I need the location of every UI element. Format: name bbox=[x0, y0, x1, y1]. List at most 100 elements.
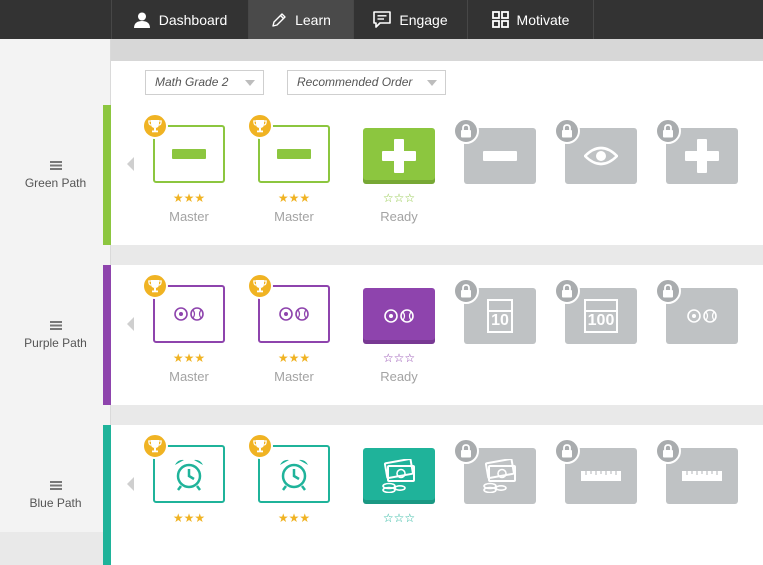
balls-icon bbox=[686, 308, 718, 324]
ten-block-icon: 10 bbox=[487, 299, 513, 333]
block-value: 100 bbox=[587, 312, 615, 329]
skill-master: ★★★ Master bbox=[142, 265, 229, 385]
skill-status-label: Ready bbox=[380, 369, 418, 384]
tab-dashboard-label: Dashboard bbox=[158, 11, 228, 28]
minus-icon bbox=[277, 147, 311, 161]
skill-master: ★★★ bbox=[247, 425, 334, 545]
menu-icon bbox=[49, 161, 62, 170]
skill-master: ★★★ Master bbox=[142, 105, 229, 225]
header-strip bbox=[111, 39, 763, 61]
block-value: 10 bbox=[491, 312, 509, 329]
skill-ready: ☆☆☆ bbox=[363, 425, 439, 545]
skill-status-label: Master bbox=[169, 209, 209, 224]
tab-learn[interactable]: Learn bbox=[248, 0, 353, 39]
tab-motivate[interactable]: Motivate bbox=[467, 0, 594, 39]
grade-select-value: Math Grade 2 bbox=[155, 75, 229, 89]
trophy-icon bbox=[142, 433, 168, 459]
chevron-left-icon[interactable] bbox=[127, 477, 134, 491]
skill-ready: ☆☆☆ Ready bbox=[363, 105, 439, 225]
path-sidebar: Green Path Purple Path Blue Path bbox=[0, 39, 111, 532]
lock-icon bbox=[655, 438, 681, 464]
chat-icon bbox=[373, 11, 392, 28]
sidebar-item-purple-path[interactable]: Purple Path bbox=[0, 321, 111, 350]
minus-icon bbox=[483, 149, 517, 163]
path-color-bar bbox=[103, 425, 111, 565]
sidebar-item-blue-path[interactable]: Blue Path bbox=[0, 481, 111, 510]
path-color-bar bbox=[103, 265, 111, 405]
sidebar-item-label: Green Path bbox=[24, 176, 87, 190]
lock-icon bbox=[655, 118, 681, 144]
balls-icon bbox=[173, 306, 205, 322]
money-icon bbox=[481, 459, 519, 493]
sidebar-item-label: Purple Path bbox=[24, 336, 87, 350]
skill-locked bbox=[554, 425, 641, 545]
plus-icon bbox=[382, 139, 416, 173]
tab-dashboard[interactable]: Dashboard bbox=[111, 0, 248, 39]
order-select-value: Recommended Order bbox=[297, 75, 413, 89]
star-rating: ★★★ bbox=[277, 511, 311, 525]
lock-icon bbox=[554, 278, 580, 304]
skill-status-label: Master bbox=[169, 369, 209, 384]
person-icon bbox=[133, 12, 150, 28]
order-select[interactable]: Recommended Order bbox=[287, 70, 446, 95]
skill-tile[interactable] bbox=[363, 288, 435, 344]
grade-select[interactable]: Math Grade 2 bbox=[145, 70, 264, 95]
star-rating: ☆☆☆ bbox=[382, 511, 416, 525]
menu-icon bbox=[49, 481, 62, 490]
tab-learn-label: Learn bbox=[295, 11, 331, 28]
main-content: Math Grade 2 Recommended Order ★★★ Master… bbox=[103, 39, 763, 565]
skill-locked: 10 bbox=[453, 265, 540, 385]
money-icon bbox=[380, 459, 418, 493]
star-rating: ☆☆☆ bbox=[382, 191, 416, 205]
skill-status-label: Ready bbox=[380, 209, 418, 224]
tab-motivate-label: Motivate bbox=[516, 11, 570, 28]
balls-icon bbox=[383, 308, 415, 324]
nav-tabs: Dashboard Learn Engage Motivate bbox=[111, 0, 594, 39]
trophy-icon bbox=[247, 273, 273, 299]
tab-engage-label: Engage bbox=[399, 11, 448, 28]
skill-locked bbox=[655, 105, 742, 225]
lock-icon bbox=[453, 118, 479, 144]
minus-icon bbox=[172, 147, 206, 161]
hundred-block-icon: 100 bbox=[584, 299, 618, 333]
skill-locked bbox=[453, 425, 540, 545]
star-rating: ☆☆☆ bbox=[382, 351, 416, 365]
skill-locked bbox=[554, 105, 641, 225]
path-color-bar bbox=[103, 105, 111, 245]
lock-icon bbox=[453, 278, 479, 304]
path-row-purple: ★★★ Master ★★★ Master ☆☆☆ Ready 10 100 bbox=[103, 265, 763, 405]
chevron-left-icon[interactable] bbox=[127, 157, 134, 171]
top-nav-bar: Dashboard Learn Engage Motivate bbox=[0, 0, 763, 39]
path-row-blue: ★★★ ★★★ ☆☆☆ bbox=[103, 425, 763, 565]
trophy-icon bbox=[142, 273, 168, 299]
menu-icon bbox=[49, 321, 62, 330]
filter-bar: Math Grade 2 Recommended Order bbox=[111, 61, 763, 105]
skill-tile[interactable] bbox=[363, 448, 435, 504]
lock-icon bbox=[554, 438, 580, 464]
plus-icon bbox=[685, 139, 719, 173]
balls-icon bbox=[278, 306, 310, 322]
alarm-clock-icon bbox=[277, 457, 311, 491]
chevron-down-icon bbox=[245, 80, 255, 86]
trophy-icon bbox=[247, 113, 273, 139]
skill-ready: ☆☆☆ Ready bbox=[363, 265, 439, 385]
star-rating: ★★★ bbox=[172, 351, 206, 365]
skill-locked bbox=[655, 425, 742, 545]
ruler-icon bbox=[682, 470, 722, 482]
skill-status-label: Master bbox=[274, 369, 314, 384]
skill-locked: 100 bbox=[554, 265, 641, 385]
star-rating: ★★★ bbox=[172, 191, 206, 205]
chevron-left-icon[interactable] bbox=[127, 317, 134, 331]
skill-master: ★★★ bbox=[142, 425, 229, 545]
chevron-down-icon bbox=[427, 80, 437, 86]
tab-engage[interactable]: Engage bbox=[353, 0, 467, 39]
lock-icon bbox=[554, 118, 580, 144]
grid-icon bbox=[491, 11, 509, 28]
skill-status-label: Master bbox=[274, 209, 314, 224]
skill-master: ★★★ Master bbox=[247, 105, 334, 225]
lock-icon bbox=[655, 278, 681, 304]
star-rating: ★★★ bbox=[277, 191, 311, 205]
trophy-icon bbox=[247, 433, 273, 459]
sidebar-item-green-path[interactable]: Green Path bbox=[0, 161, 111, 190]
skill-tile[interactable] bbox=[363, 128, 435, 184]
